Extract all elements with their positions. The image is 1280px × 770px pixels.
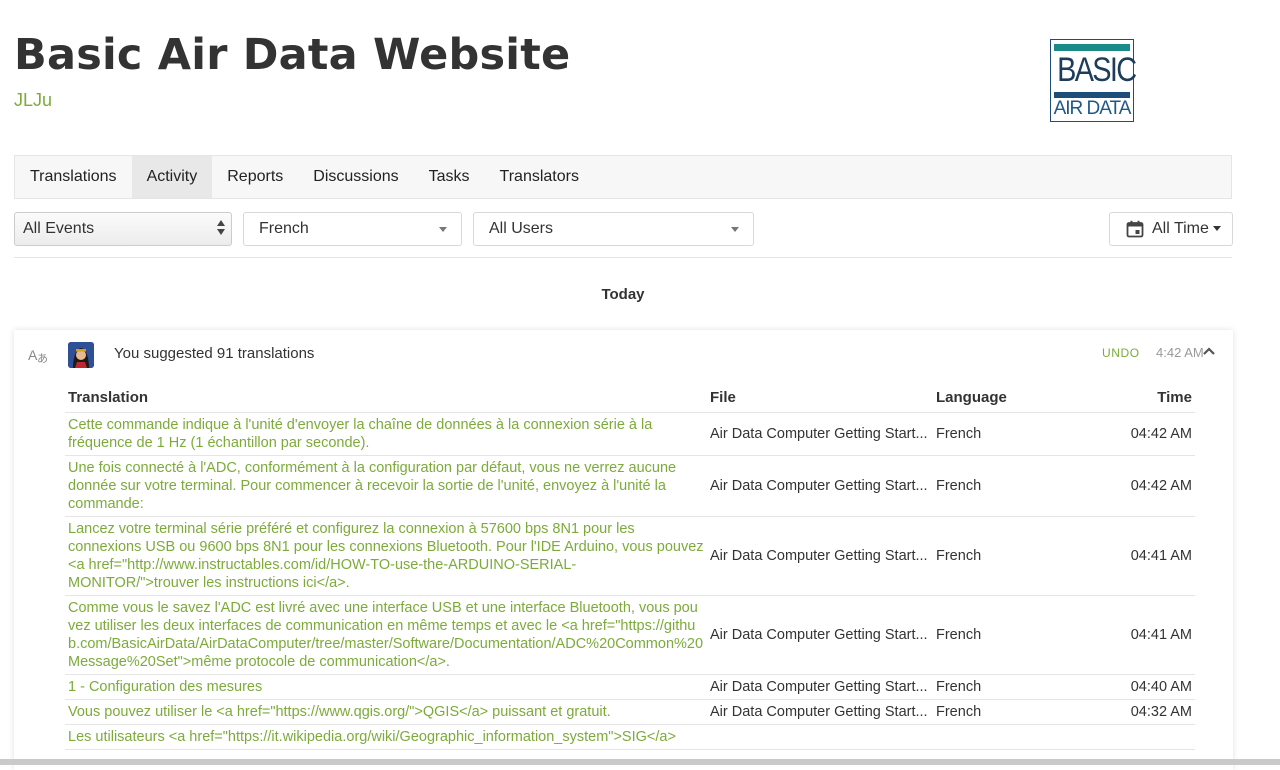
table-row: Une fois connecté à l'ADC, conformément … [65, 455, 1195, 517]
time-range-button[interactable]: All Time [1109, 212, 1233, 246]
svg-text:あ: あ [37, 352, 48, 365]
logo-bar-top [1054, 44, 1130, 51]
translation-link[interactable]: Comme vous le savez l'ADC est livré avec… [68, 600, 703, 670]
file-cell: Air Data Computer Getting Start... [707, 455, 933, 517]
file-cell: Air Data Computer Getting Start... [707, 674, 933, 700]
language-cell: French [933, 455, 1083, 517]
file-cell: Air Data Computer Getting Start... [707, 595, 933, 675]
table-row: Cette commande indique à l'unité d'envoy… [65, 412, 1195, 456]
project-title: Basic Air Data Website [14, 30, 571, 80]
activity-card: A あ You suggested 91 translations UNDO 4… [14, 330, 1233, 770]
chevron-down-icon [731, 227, 739, 232]
file-cell [707, 724, 933, 750]
time-cell: 04:41 AM [1083, 595, 1195, 675]
events-select-value: All Events [23, 220, 95, 237]
file-cell: Air Data Computer Getting Start... [707, 699, 933, 725]
day-heading: Today [601, 286, 645, 303]
table-header-row: Translation File Language Time [65, 387, 1195, 413]
table-row: Vous pouvez utiliser le <a href="https:/… [65, 699, 1195, 725]
language-cell: French [933, 674, 1083, 700]
logo-text-airdata: AIR DATA [1053, 98, 1132, 119]
translation-link[interactable]: 1 - Configuration des mesures [68, 679, 262, 695]
translation-link[interactable]: Une fois connecté à l'ADC, conformément … [68, 460, 676, 512]
time-cell: 04:32 AM [1083, 699, 1195, 725]
events-select[interactable]: All Events [14, 212, 232, 246]
table-row: Lancez votre terminal série préféré et c… [65, 516, 1195, 596]
tab-translators[interactable]: Translators [485, 156, 594, 198]
users-dropdown[interactable]: All Users [473, 212, 754, 246]
column-header-language: Language [933, 387, 1083, 413]
time-cell: 04:41 AM [1083, 516, 1195, 596]
column-header-translation: Translation [65, 387, 707, 413]
table-row: 1 - Configuration des mesures Air Data C… [65, 674, 1195, 700]
users-dropdown-value: All Users [489, 220, 554, 237]
tab-tasks[interactable]: Tasks [414, 156, 485, 198]
chevron-up-icon[interactable] [1202, 346, 1216, 356]
language-cell: French [933, 516, 1083, 596]
tab-discussions[interactable]: Discussions [298, 156, 413, 198]
filters-divider [14, 257, 1232, 258]
time-cell: 04:42 AM [1083, 455, 1195, 517]
project-owner-link[interactable]: JLJu [14, 90, 52, 111]
translate-icon: A あ [28, 347, 48, 365]
language-cell: French [933, 699, 1083, 725]
column-header-file: File [707, 387, 933, 413]
translation-link[interactable]: Les utilisateurs <a href="https://it.wik… [68, 729, 676, 745]
tab-activity[interactable]: Activity [131, 156, 213, 198]
activity-timestamp: 4:42 AM [1156, 345, 1204, 360]
file-cell: Air Data Computer Getting Start... [707, 516, 933, 596]
tab-translations[interactable]: Translations [15, 156, 132, 198]
time-range-label: All Time [1152, 220, 1209, 237]
column-header-time: Time [1083, 387, 1195, 413]
language-cell: French [933, 412, 1083, 456]
file-cell: Air Data Computer Getting Start... [707, 412, 933, 456]
user-avatar[interactable] [68, 342, 94, 368]
language-cell: French [933, 595, 1083, 675]
language-dropdown-value: French [259, 220, 309, 237]
calendar-icon [1126, 220, 1144, 238]
logo-text-basic: BASIC [1057, 51, 1137, 89]
project-tabs: Translations Activity Reports Discussion… [14, 155, 1232, 199]
window-status-bar [0, 759, 1280, 765]
caret-down-icon [1212, 226, 1221, 232]
updown-arrows-icon [217, 220, 225, 238]
translation-link[interactable]: Cette commande indique à l'unité d'envoy… [68, 417, 652, 451]
time-cell: 04:40 AM [1083, 674, 1195, 700]
translation-link[interactable]: Lancez votre terminal série préféré et c… [68, 521, 704, 591]
undo-link[interactable]: UNDO [1102, 346, 1140, 360]
time-cell: 04:42 AM [1083, 412, 1195, 456]
activity-summary: You suggested 91 translations [114, 345, 315, 362]
tab-reports[interactable]: Reports [212, 156, 298, 198]
time-cell [1083, 724, 1195, 750]
table-row: Comme vous le savez l'ADC est livré avec… [65, 595, 1195, 675]
language-dropdown[interactable]: French [243, 212, 462, 246]
chevron-down-icon [439, 227, 447, 232]
translation-link[interactable]: Vous pouvez utiliser le <a href="https:/… [68, 704, 611, 720]
project-logo: BASIC AIR DATA [1050, 39, 1137, 122]
language-cell [933, 724, 1083, 750]
table-row: Les utilisateurs <a href="https://it.wik… [65, 724, 1195, 750]
translations-table: Translation File Language Time Cette com… [65, 387, 1195, 750]
